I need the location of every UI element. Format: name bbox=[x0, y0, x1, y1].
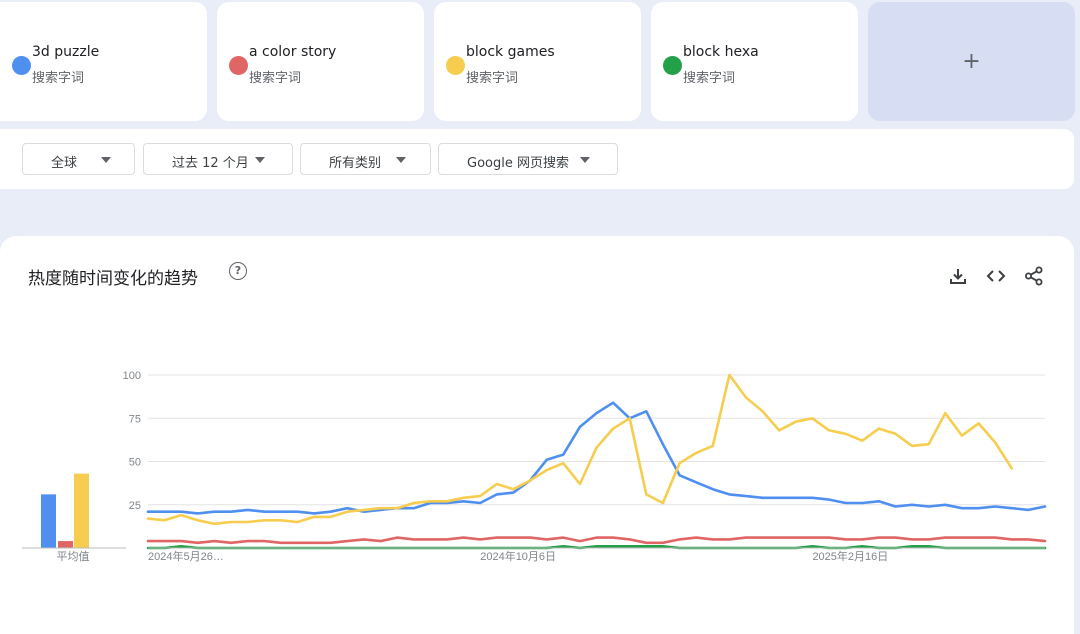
share-icon[interactable] bbox=[1024, 266, 1044, 286]
term-name: block hexa bbox=[683, 44, 759, 60]
series-color-dot bbox=[229, 56, 248, 75]
term-card-block-games[interactable]: block games 搜索字词 bbox=[434, 2, 641, 121]
filter-bar: 全球 过去 12 个月 所有类别 Google 网页搜索 bbox=[0, 129, 1074, 189]
series-color-dot bbox=[663, 56, 682, 75]
region-filter[interactable]: 全球 bbox=[22, 143, 135, 175]
term-type: 搜索字词 bbox=[32, 71, 85, 86]
series-color-dot bbox=[446, 56, 465, 75]
term-card-a-color-story[interactable]: a color story 搜索字词 bbox=[217, 2, 424, 121]
time-range-filter-label: 过去 12 个月 bbox=[172, 156, 249, 171]
term-type: 搜索字词 bbox=[683, 71, 736, 86]
chevron-down-icon bbox=[396, 157, 406, 163]
term-type: 搜索字词 bbox=[249, 71, 302, 86]
term-card-block-hexa[interactable]: block hexa 搜索字词 bbox=[651, 2, 858, 121]
time-range-filter[interactable]: 过去 12 个月 bbox=[143, 143, 293, 175]
term-type: 搜索字词 bbox=[466, 71, 519, 86]
region-filter-label: 全球 bbox=[51, 156, 78, 171]
panel-title: 热度随时间变化的趋势 bbox=[28, 269, 198, 289]
search-type-filter-label: Google 网页搜索 bbox=[467, 156, 569, 171]
term-name: a color story bbox=[249, 44, 337, 60]
series-color-dot bbox=[12, 56, 31, 75]
chevron-down-icon bbox=[255, 157, 265, 163]
category-filter[interactable]: 所有类别 bbox=[300, 143, 431, 175]
term-card-3d-puzzle[interactable]: 3d puzzle 搜索字词 bbox=[0, 2, 207, 121]
interest-over-time-panel: 热度随时间变化的趋势 ? bbox=[0, 236, 1074, 634]
help-icon[interactable]: ? bbox=[229, 262, 247, 280]
search-type-filter[interactable]: Google 网页搜索 bbox=[438, 143, 618, 175]
chevron-down-icon bbox=[101, 157, 111, 163]
download-icon[interactable] bbox=[948, 266, 968, 286]
add-term-button[interactable]: + bbox=[868, 2, 1075, 121]
embed-code-icon[interactable] bbox=[986, 266, 1006, 286]
plus-icon: + bbox=[962, 49, 981, 74]
chevron-down-icon bbox=[580, 157, 590, 163]
term-name: 3d puzzle bbox=[32, 44, 100, 60]
term-name: block games bbox=[466, 44, 555, 60]
category-filter-label: 所有类别 bbox=[329, 156, 382, 171]
